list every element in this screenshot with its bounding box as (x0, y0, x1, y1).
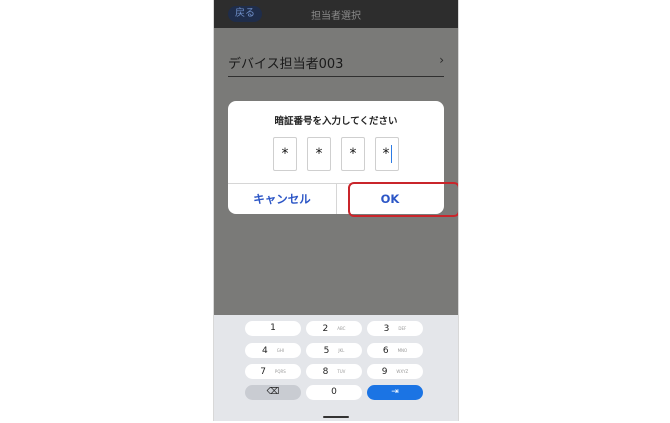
text-caret (390, 145, 392, 163)
numeric-keyboard: 1 2 ABC 3 DEF 4 GHI 5 JKL 6 MNO 7 PQRS 8 TUV 9 W… (214, 315, 458, 421)
backspace-key[interactable]: ⌫ (245, 385, 301, 400)
key-8-label: 8 (322, 367, 329, 377)
key-7-letters: PQRS (274, 369, 286, 374)
pin-digit-1-value: * (281, 146, 289, 162)
home-indicator[interactable] (323, 416, 349, 418)
key-3[interactable]: 3 DEF (367, 321, 423, 336)
key-7-label: 7 (260, 367, 266, 377)
key-0[interactable]: 0 (306, 385, 362, 400)
pin-digit-3[interactable]: * (341, 137, 365, 171)
key-6-label: 6 (382, 346, 389, 356)
pin-digit-2[interactable]: * (307, 137, 331, 171)
key-4[interactable]: 4 GHI (245, 343, 301, 358)
key-9-letters: WXYZ (396, 369, 409, 374)
key-9-label: 9 (381, 367, 388, 377)
chevron-right-icon: › (439, 53, 444, 67)
pin-digit-2-value: * (315, 146, 323, 162)
key-5[interactable]: 5 JKL (306, 343, 362, 358)
key-6-letters: MNO (397, 348, 408, 353)
key-8[interactable]: 8 TUV (306, 364, 362, 379)
key-3-letters: DEF (398, 326, 407, 331)
pin-digit-4[interactable]: * (375, 137, 399, 171)
screen-title: 担当者選択 (311, 11, 361, 22)
pin-dialog: 暗証番号を入力してください * * * * キャンセル OK (228, 101, 458, 217)
list-item-label: デバイス担当者003 (228, 57, 344, 72)
pin-digit-4-value: * (382, 146, 390, 162)
backspace-icon: ⌫ (266, 387, 280, 397)
key-0-label: 0 (331, 387, 337, 397)
key-4-letters: GHI (276, 348, 285, 353)
next-key[interactable]: ⇥ (367, 385, 423, 400)
pin-digit-3-value: * (349, 146, 357, 162)
phone-screen: 戻る 担当者選択 デバイス担当者003 › 暗証番号を入力してください * * … (213, 0, 459, 421)
key-2-letters: ABC (337, 326, 346, 331)
key-2-label: 2 (322, 324, 329, 334)
key-7[interactable]: 7 PQRS (245, 364, 301, 379)
list-item-device-owner[interactable]: デバイス担当者003 › (228, 50, 444, 77)
key-1-label: 1 (270, 323, 276, 333)
next-field-icon: ⇥ (391, 387, 399, 397)
key-6[interactable]: 6 MNO (367, 343, 423, 358)
key-3-label: 3 (383, 324, 390, 334)
key-2[interactable]: 2 ABC (306, 321, 362, 336)
key-1[interactable]: 1 (245, 321, 301, 336)
dialog-title: 暗証番号を入力してください (274, 116, 398, 127)
pin-digit-1[interactable]: * (273, 137, 297, 171)
cancel-button[interactable]: キャンセル (228, 184, 336, 214)
key-5-letters: JKL (338, 348, 345, 353)
key-9[interactable]: 9 WXYZ (367, 364, 423, 379)
ok-button[interactable]: OK (336, 184, 444, 214)
top-bar: 戻る 担当者選択 (214, 0, 458, 28)
key-4-label: 4 (261, 346, 268, 356)
key-5-label: 5 (323, 346, 330, 356)
key-8-letters: TUV (337, 369, 346, 374)
